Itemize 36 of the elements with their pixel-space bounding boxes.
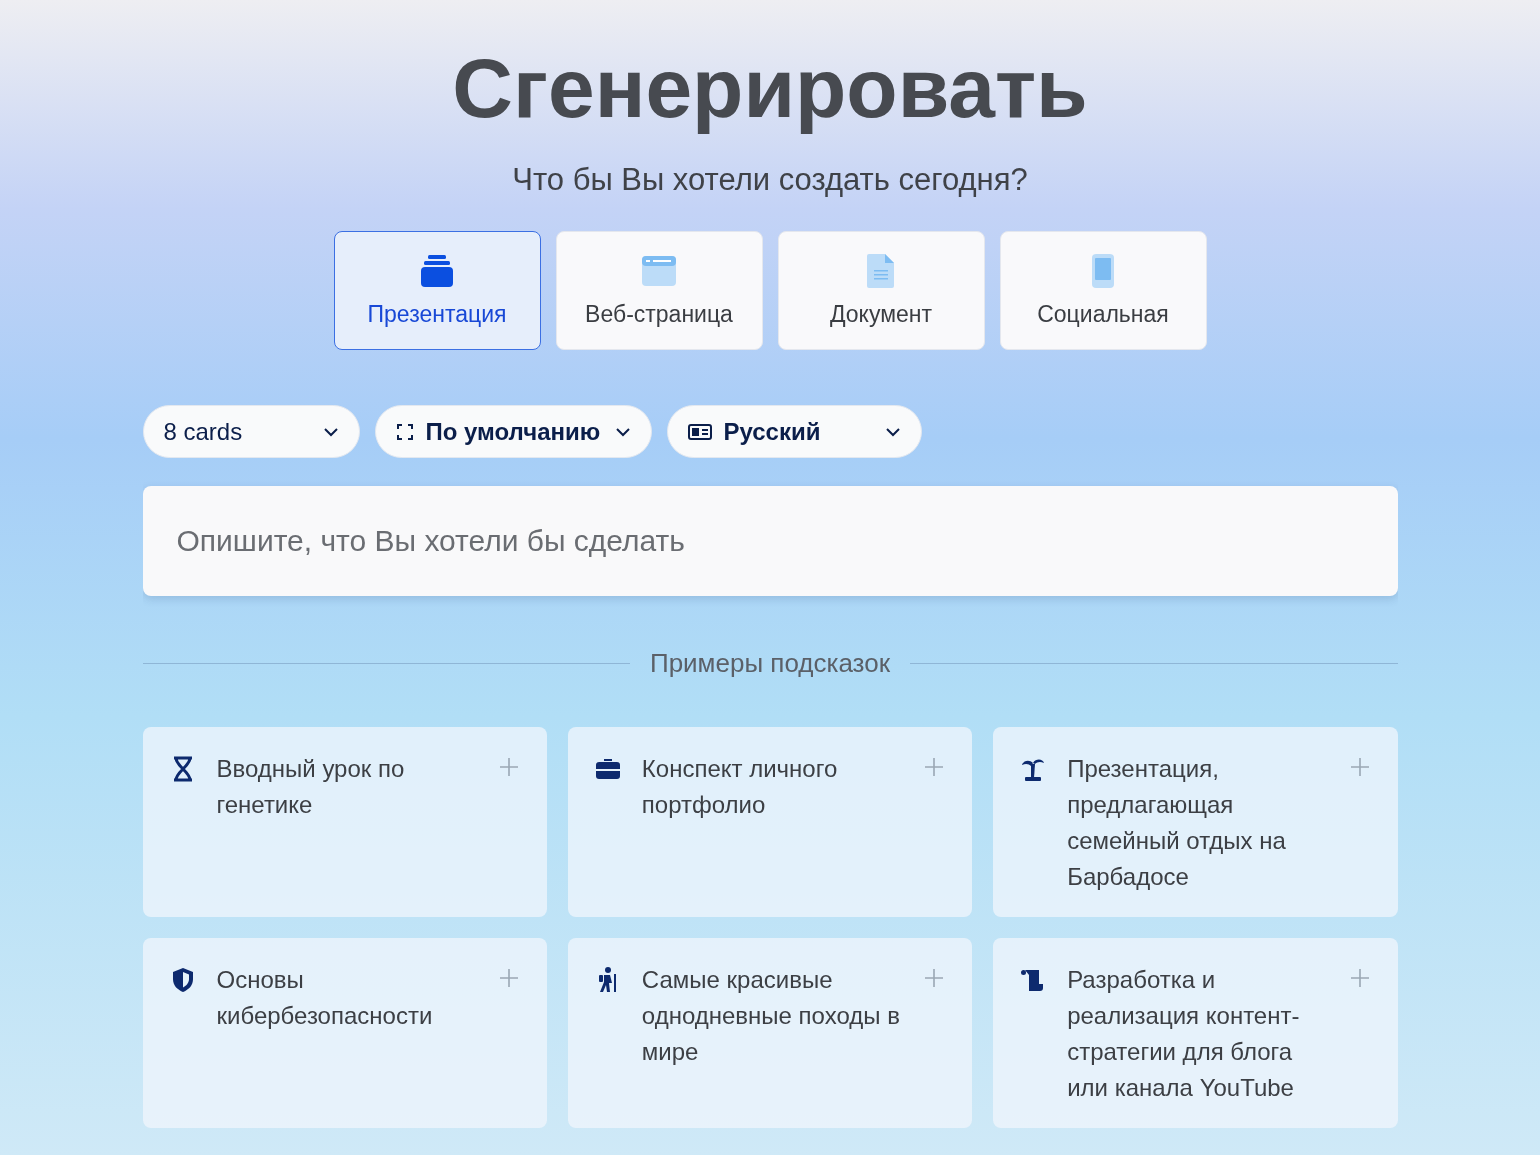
example-text: Самые красивые однодневные походы в мире [641, 965, 901, 1067]
example-text: Презентация, предлагающая семейный отдых на Барбадосе [1067, 754, 1287, 892]
example-card[interactable]: Основы кибербезопасности [142, 938, 547, 1128]
plus-icon[interactable] [924, 757, 945, 777]
dropdown[interactable]: 8 cards [142, 405, 360, 458]
frame-corners-icon [395, 422, 414, 441]
example-text: Разработка и реализация контент-стратегии для блога или канала YouTube [1067, 965, 1301, 1103]
plus-icon[interactable] [498, 968, 519, 988]
type-tab[interactable]: Социальная [999, 231, 1207, 350]
type-tab[interactable]: Презентация [333, 231, 541, 350]
chevron-down-icon [322, 426, 339, 437]
dropdown[interactable]: По умолчанию [374, 405, 652, 458]
example-text: Конспект личного портфолио [641, 754, 839, 820]
browser-window-icon [641, 253, 677, 289]
page-subtitle: Что бы Вы хотели создать сегодня? [512, 162, 1028, 198]
example-card[interactable]: Вводный урок по генетике [142, 727, 547, 917]
page-title: Сгенерировать [452, 40, 1088, 136]
type-tab[interactable]: Документ [777, 231, 985, 350]
example-card[interactable]: Самые красивые однодневные походы в мире [567, 938, 973, 1128]
example-text: Основы кибербезопасности [216, 965, 434, 1031]
prompt-input[interactable]: Опишите, что Вы хотели бы сделать [142, 486, 1398, 596]
chevron-down-icon [884, 426, 901, 437]
example-card[interactable]: Конспект личного портфолио [567, 727, 973, 917]
plus-icon[interactable] [924, 968, 945, 988]
chevron-down-icon [614, 426, 631, 437]
plus-icon[interactable] [1349, 968, 1370, 988]
dropdown[interactable]: Русский [666, 405, 922, 458]
example-card[interactable]: Презентация, предлагающая семейный отдых на Барбадосе [993, 727, 1398, 917]
type-tab[interactable]: Веб-страница [555, 231, 763, 350]
plus-icon[interactable] [1349, 757, 1370, 777]
section-heading: Примеры подсказок [649, 648, 891, 679]
plus-icon[interactable] [498, 757, 519, 777]
example-text: Вводный урок по генетике [216, 754, 406, 820]
language-icon [687, 423, 712, 440]
stack-icon [419, 253, 455, 289]
example-card[interactable]: Разработка и реализация контент-стратегии для блога или канала YouTube [993, 938, 1398, 1128]
